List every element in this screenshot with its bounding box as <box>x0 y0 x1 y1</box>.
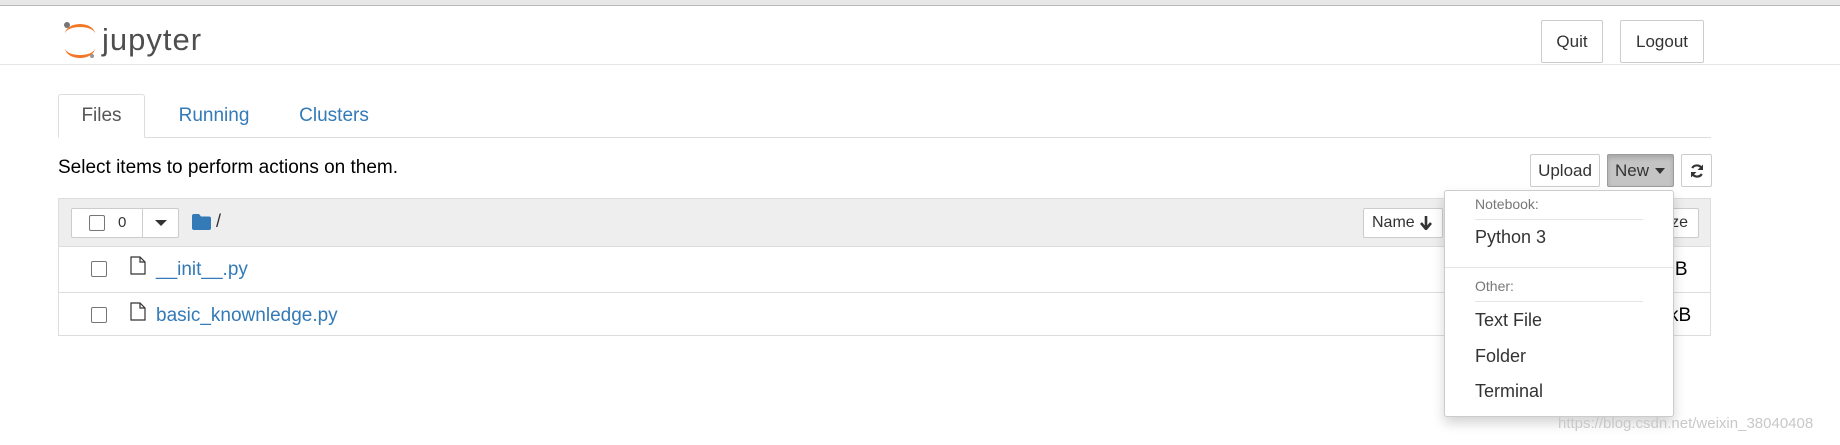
new-terminal[interactable]: Terminal <box>1475 381 1543 402</box>
file-name-link[interactable]: basic_knownledge.py <box>156 305 338 327</box>
selected-count: 0 <box>118 214 127 231</box>
file-row-checkbox[interactable] <box>91 261 107 277</box>
menu-separator <box>1475 219 1643 220</box>
new-text-file[interactable]: Text File <box>1475 310 1542 331</box>
refresh-icon <box>1690 163 1703 178</box>
breadcrumb-root[interactable]: / <box>216 211 221 232</box>
new-folder[interactable]: Folder <box>1475 346 1526 367</box>
menu-divider <box>1445 267 1673 268</box>
caret-down-icon <box>155 220 167 226</box>
menu-separator <box>1475 301 1643 302</box>
tab-clusters[interactable]: Clusters <box>277 94 391 138</box>
arrow-down-icon <box>1419 216 1432 230</box>
new-button-label: New <box>1615 160 1650 180</box>
file-name-link[interactable]: __init__.py <box>156 259 248 281</box>
new-button[interactable]: New <box>1607 154 1674 187</box>
new-dropdown-menu: Notebook: Python 3 Other: Text File Fold… <box>1444 190 1674 417</box>
file-icon <box>130 256 146 275</box>
upload-button[interactable]: Upload <box>1530 154 1600 187</box>
new-python3-notebook[interactable]: Python 3 <box>1475 227 1546 248</box>
tab-running[interactable]: Running <box>157 94 271 138</box>
logo-text: jupyter <box>102 22 203 57</box>
select-dropdown-toggle[interactable] <box>143 209 179 237</box>
logout-button[interactable]: Logout <box>1620 20 1704 63</box>
sort-label: Name <box>1372 214 1415 231</box>
refresh-button[interactable] <box>1681 154 1712 187</box>
select-all-group: 0 <box>71 208 179 238</box>
header-bar: jupyter Quit Logout <box>0 6 1840 65</box>
other-section-header: Other: <box>1475 278 1514 294</box>
notebook-section-header: Notebook: <box>1475 196 1539 212</box>
caret-down-icon <box>1655 167 1666 174</box>
folder-icon[interactable] <box>192 214 211 230</box>
jupyter-logo[interactable]: jupyter <box>62 16 202 64</box>
file-row-checkbox[interactable] <box>91 307 107 323</box>
sort-by-name-button[interactable]: Name <box>1363 208 1443 238</box>
file-icon <box>130 302 146 321</box>
selection-instruction: Select items to perform actions on them. <box>58 157 399 178</box>
jupyter-logo-icon <box>64 22 95 58</box>
watermark: https://blog.csdn.net/weixin_38040408 <box>1558 415 1814 432</box>
tab-files[interactable]: Files <box>58 94 145 138</box>
tab-bar: Files Running Clusters <box>58 94 1711 138</box>
quit-button[interactable]: Quit <box>1541 20 1603 63</box>
select-all-checkbox[interactable] <box>89 215 105 231</box>
